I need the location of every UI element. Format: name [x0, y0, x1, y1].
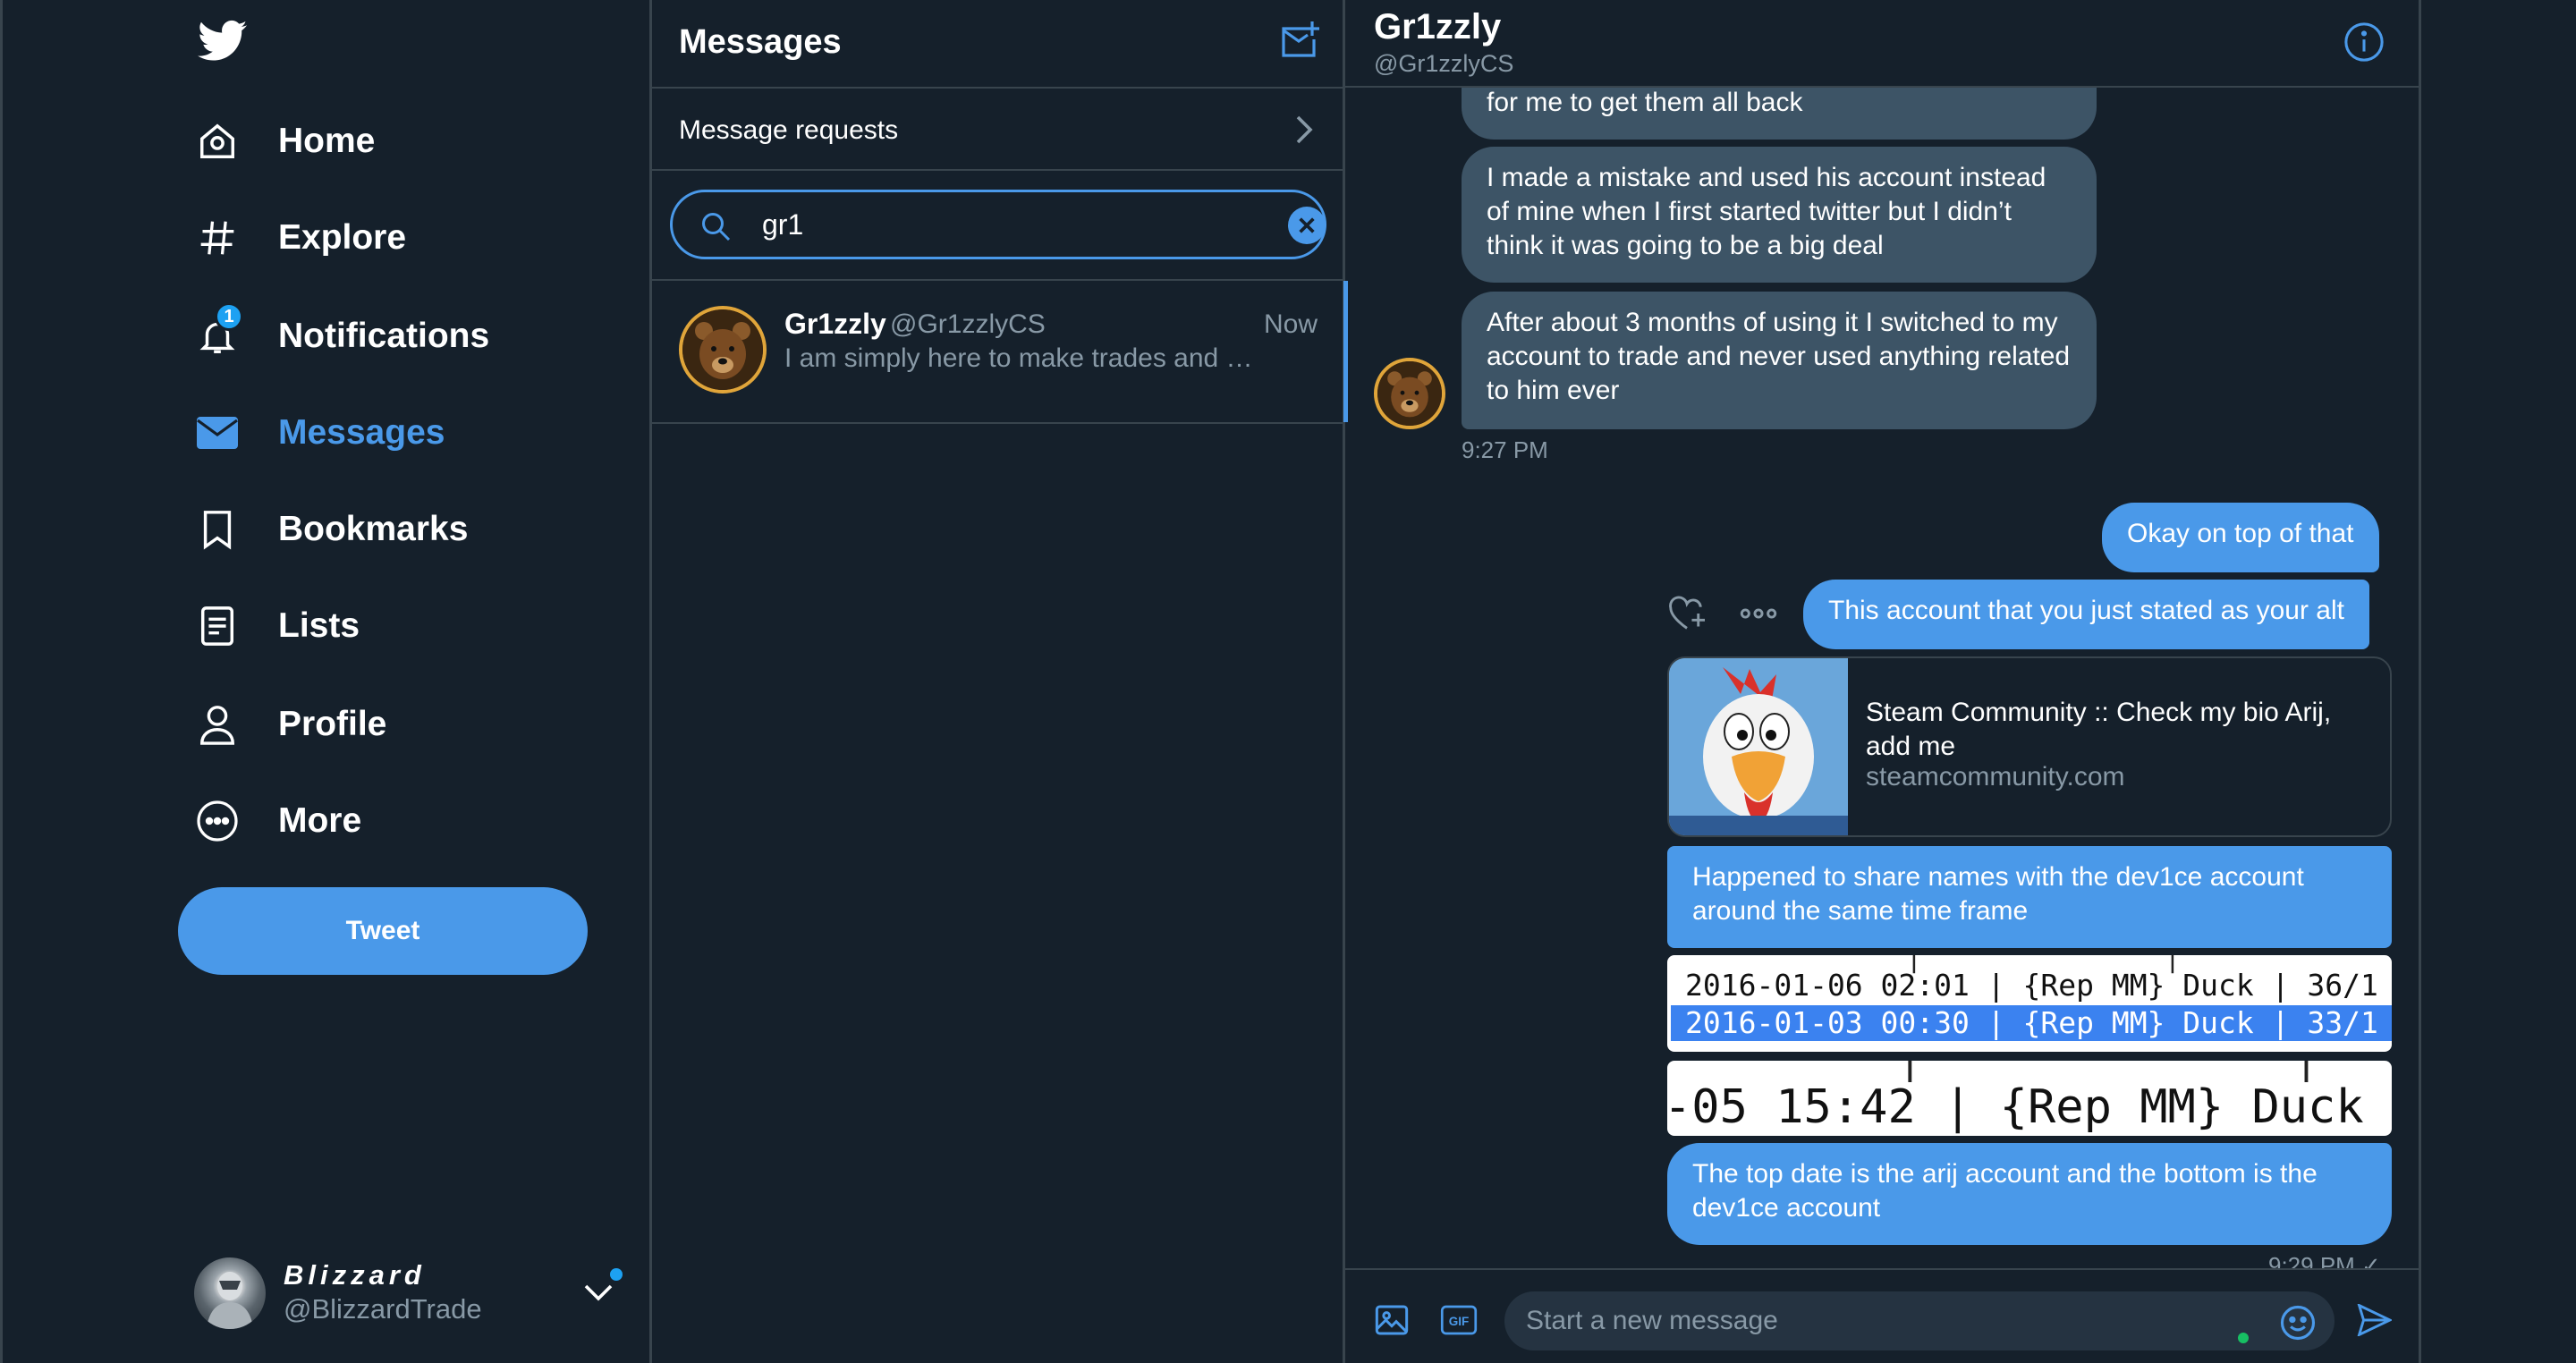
- attached-screenshot-image[interactable]: ‾‾ ‾‾‾‾ | ‾‾‾‾ ‾‾‾ ‾‾‾‾ | ‾ -05 15:42 | …: [1667, 1061, 2392, 1136]
- gif-icon[interactable]: GIF: [1440, 1304, 1478, 1336]
- account-handle: @BlizzardTrade: [284, 1293, 482, 1325]
- unread-dot: [610, 1268, 623, 1281]
- avatar: [194, 1257, 266, 1329]
- conversation-handle: @Gr1zzlyCS: [890, 309, 1046, 339]
- image-text-row-selected: 2016-01-03 00:30 | {Rep MM} Duck | 33/1: [1671, 1005, 2392, 1041]
- hashtag-icon: [192, 213, 242, 263]
- chat-header: Gr1zzly @Gr1zzlyCS: [1345, 0, 2419, 88]
- clear-search-icon[interactable]: [1288, 207, 1326, 244]
- send-icon[interactable]: [2356, 1304, 2392, 1336]
- link-title: Steam Community :: Check my bio Arij, ad…: [1866, 698, 2332, 761]
- search-icon: [699, 210, 732, 242]
- svg-text:GIF: GIF: [1449, 1315, 1470, 1328]
- status-dot: [2238, 1333, 2249, 1343]
- message-composer: GIF: [1345, 1268, 2419, 1363]
- message-timestamp: 9:29 PM ✓: [2268, 1252, 2381, 1268]
- chat-handle: @Gr1zzlyCS: [1374, 50, 1514, 77]
- nav-item-explore[interactable]: Explore: [192, 202, 406, 274]
- incoming-message[interactable]: After about 3 months of using it I switc…: [1462, 292, 2097, 429]
- nav-item-messages[interactable]: Messages: [192, 397, 445, 469]
- conversation-name: Gr1zzly: [784, 308, 886, 340]
- bookmark-icon: [192, 504, 242, 555]
- image-text-row: 2016-01-06 02:01 | {Rep MM} Duck | 36/1: [1685, 968, 2378, 1003]
- incoming-message[interactable]: I made a mistake and used his account in…: [1462, 147, 2097, 283]
- bell-icon: 1: [192, 302, 243, 361]
- nav-label-lists: Lists: [278, 606, 360, 645]
- chat-title[interactable]: Gr1zzly: [1374, 7, 1501, 47]
- nav-item-more[interactable]: More: [192, 785, 361, 857]
- avatar[interactable]: [1374, 358, 1445, 429]
- message-input[interactable]: [1526, 1291, 2206, 1350]
- conversation-preview: I am simply here to make trades and …: [784, 343, 1253, 373]
- message-input-box[interactable]: [1504, 1291, 2334, 1350]
- account-name: Blizzard: [284, 1259, 426, 1291]
- nav-item-home[interactable]: Home: [192, 106, 375, 177]
- nav-label-messages: Messages: [278, 413, 445, 452]
- conversation-time: Now: [1264, 309, 1318, 339]
- list-icon: [192, 601, 242, 651]
- nav-label-notifications: Notifications: [278, 317, 490, 355]
- envelope-icon: [192, 408, 242, 458]
- link-preview-card[interactable]: Steam Community :: Check my bio Arij, ad…: [1667, 656, 2392, 837]
- nav-label-more: More: [278, 801, 362, 840]
- twitter-logo-icon[interactable]: [198, 20, 248, 63]
- chat-panel: for me to get them all back I made a mis…: [1345, 0, 2419, 1363]
- conversation-item[interactable]: Gr1zzly @Gr1zzlyCS Now I am simply here …: [652, 281, 1348, 422]
- nav-label-explore: Explore: [278, 218, 407, 257]
- chevron-right-icon: [1292, 115, 1314, 144]
- messages-title: Messages: [679, 23, 842, 61]
- nav-label-bookmarks: Bookmarks: [278, 510, 469, 548]
- nav-item-notifications[interactable]: 1 Notifications: [192, 301, 489, 372]
- image-text-row: -05 15:42 | {Rep MM} Duck | 2: [1667, 1080, 2392, 1134]
- notification-badge: 1: [215, 302, 243, 331]
- outgoing-message[interactable]: This account that you just stated as you…: [1803, 580, 2369, 649]
- info-icon[interactable]: [2343, 21, 2385, 63]
- image-text-row-partial: ‾‾ ‾‾‾‾ | ‾‾‾‾ ‾‾‾ ‾‾‾‾ | ‾: [1699, 1061, 2392, 1082]
- divider: [652, 169, 1343, 171]
- nav-item-profile[interactable]: Profile: [192, 689, 386, 760]
- divider: [652, 422, 1343, 424]
- nav-item-bookmarks[interactable]: Bookmarks: [192, 494, 468, 565]
- more-circle-icon: [192, 796, 242, 846]
- more-options-icon[interactable]: [1739, 599, 1778, 628]
- home-icon: [192, 116, 242, 166]
- left-navigation: Home Explore 1 Notifications Messages Bo…: [0, 0, 649, 1363]
- messages-list-panel: Messages Message requests Gr1zzly @Gr1zz…: [649, 0, 1348, 1363]
- react-heart-icon[interactable]: [1667, 596, 1707, 631]
- person-icon: [192, 699, 242, 749]
- chevron-down-icon: [584, 1283, 613, 1302]
- nav-label-profile: Profile: [278, 705, 387, 743]
- message-timestamp: 9:27 PM: [1462, 436, 1548, 463]
- right-rail: [2419, 0, 2576, 1363]
- nav-label-home: Home: [278, 122, 376, 160]
- outgoing-message[interactable]: The top date is the arij account and the…: [1667, 1143, 2392, 1245]
- message-requests-link[interactable]: Message requests: [652, 89, 1343, 169]
- tweet-button[interactable]: Tweet: [178, 887, 588, 975]
- new-message-icon[interactable]: [1278, 20, 1321, 63]
- image-upload-icon[interactable]: [1374, 1302, 1410, 1338]
- avatar: [679, 306, 767, 394]
- outgoing-message[interactable]: Happened to share names with the dev1ce …: [1667, 846, 2392, 948]
- search-input[interactable]: [762, 192, 1263, 257]
- outgoing-message[interactable]: Okay on top of that: [2102, 503, 2379, 572]
- message-requests-label: Message requests: [679, 115, 899, 145]
- account-switcher[interactable]: Blizzard @BlizzardTrade: [194, 1254, 623, 1334]
- link-domain: steamcommunity.com: [1866, 762, 2125, 792]
- search-box[interactable]: [670, 190, 1326, 259]
- nav-item-lists[interactable]: Lists: [192, 590, 360, 662]
- attached-screenshot-image[interactable]: ‾‾‾ ‾‾ ‾ ‾‾‾‾ | ‾‾‾‾ ‾‾‾ ‾‾‾‾ | ‾‾‾‾ 201…: [1667, 955, 2392, 1052]
- emoji-icon[interactable]: [2279, 1304, 2317, 1342]
- link-thumbnail: [1669, 658, 1848, 835]
